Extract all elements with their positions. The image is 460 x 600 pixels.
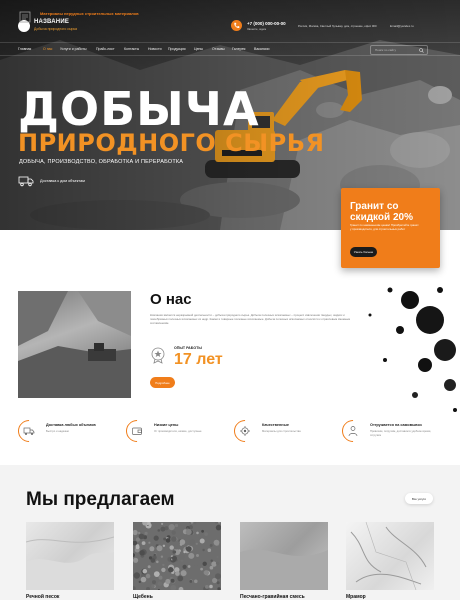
feature-text: Материалы для строительства — [262, 430, 301, 433]
person-icon — [348, 426, 358, 437]
search-input[interactable]: Поиск по сайту — [370, 45, 428, 55]
main-navigation: Главная О нас Услуги и работы Прайс-лист… — [0, 42, 460, 56]
hero-title-line2: ПРИРОДНОГО СЫРЬЯ — [18, 129, 325, 157]
hero-subtitle: ДОБЫЧА, ПРОИЗВОДСТВО, ОБРАБОТКА И ПЕРЕРА… — [19, 159, 184, 165]
phone-icon[interactable] — [231, 20, 242, 31]
search-icon[interactable] — [419, 48, 424, 53]
product-label-gravel[interactable]: Щебень — [133, 594, 153, 600]
product-card-marble[interactable] — [346, 522, 434, 590]
address: Россия, Москва, Светлый бульвар, дом, ст… — [298, 24, 377, 28]
feature-text: Привозим, погрузим, доставим в удобное в… — [370, 430, 432, 437]
offer-title: Мы предлагаем — [26, 489, 175, 510]
nav-item-home[interactable]: Главная — [18, 47, 31, 51]
nav-item-about[interactable]: О нас — [43, 47, 52, 51]
catalog-size: Каталог 62 Т — [40, 18, 58, 22]
feature-title: Отгружается на самовывоз — [370, 423, 422, 427]
product-label-marble[interactable]: Мрамор — [346, 594, 366, 600]
product-label-sand-gravel-mix[interactable]: Песчано-гравийная смесь — [240, 594, 305, 600]
experience-label: ОПЫТ РАБОТЫ — [174, 346, 202, 350]
nav-item-vacancies[interactable]: Вакансии — [254, 47, 269, 51]
about-more-label: Подробнее — [155, 380, 170, 385]
nav-item-gallery[interactable]: Галерея — [232, 47, 245, 51]
medal-icon — [151, 347, 165, 364]
page: НАЗВАНИЕ Добыча природного сырья +7 (000… — [0, 0, 460, 600]
nav-item-products[interactable]: Продукция — [168, 47, 186, 51]
gear-icon — [240, 426, 250, 436]
about-text: Компания является неразрывной деятельнос… — [150, 313, 351, 326]
product-card-sand[interactable] — [26, 522, 114, 590]
catalog-icon — [19, 11, 31, 23]
phone-number[interactable]: +7 (000) 000-00-00 — [247, 21, 286, 26]
feature-text: От производителя, низкие, доступные — [154, 430, 202, 433]
wallet-icon — [132, 427, 142, 435]
promo-title: Гранит со скидкой 20% — [350, 201, 413, 223]
experience-value: 17 лет — [174, 351, 223, 368]
quarry-photo — [18, 291, 131, 398]
email-link[interactable]: Email@yandex.ru — [390, 24, 414, 28]
catalog-download-link[interactable]: Материалы нерудных строительных материал… — [40, 11, 139, 16]
truck-icon — [23, 427, 35, 435]
feature-title: Доставка любых объемов — [46, 423, 96, 427]
decorative-splatter — [368, 287, 457, 412]
about-more-button[interactable]: Подробнее — [150, 377, 175, 388]
nav-item-contacts[interactable]: Контакты — [124, 47, 139, 51]
promo-learn-more-button[interactable]: Узнать больше — [350, 247, 377, 257]
feature-title: Низкие цены — [154, 423, 179, 427]
product-card-gravel[interactable] — [133, 522, 221, 590]
truck-icon — [18, 176, 34, 187]
nav-item-news[interactable]: Новости — [148, 47, 162, 51]
nav-item-price[interactable]: Прайс-лист — [96, 47, 115, 51]
all-services-label: Все услуги — [412, 496, 426, 501]
about-title: О нас — [150, 291, 192, 308]
phone-caption: Звоните, ждем — [247, 27, 267, 31]
feature-text: Быстро и надежно — [46, 430, 70, 433]
feature-title: Качественные — [262, 423, 289, 427]
product-card-sand-gravel-mix[interactable] — [240, 522, 328, 590]
promo-card: Гранит со скидкой 20% Гранит по наименьш… — [341, 188, 440, 268]
all-services-button[interactable]: Все услуги — [405, 493, 433, 504]
nav-item-services[interactable]: Услуги и работы — [60, 47, 87, 51]
logo-subtitle: Добыча природного сырья — [34, 27, 78, 31]
promo-text: Гранит по наименьшим ценам! Приобретайте… — [350, 223, 419, 231]
delivery-text: Доставка к дом объектам — [40, 179, 85, 183]
product-label-sand[interactable]: Речной песок — [26, 594, 59, 600]
nav-item-reviews[interactable]: Отзывы — [212, 47, 225, 51]
search-placeholder: Поиск по сайту — [375, 48, 397, 52]
nav-item-prices[interactable]: Цены — [194, 47, 203, 51]
top-bar: НАЗВАНИЕ Добыча природного сырья +7 (000… — [0, 16, 460, 40]
hero-title-line1: ДОБЫЧА — [18, 82, 260, 136]
promo-button-label: Узнать больше — [353, 250, 374, 254]
